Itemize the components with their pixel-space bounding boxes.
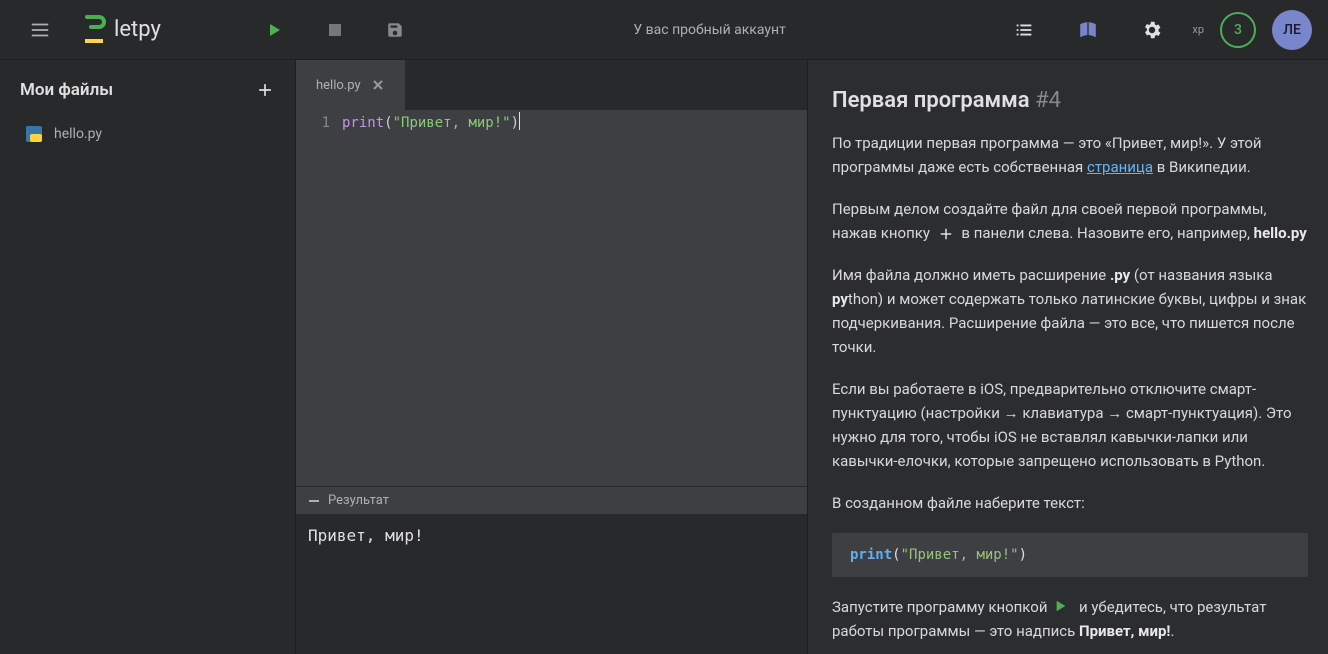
result-label: Результат [328, 493, 389, 508]
lesson-number: #4 [1035, 88, 1061, 113]
logo-text: letpy [114, 17, 161, 42]
main: Мои файлы hello.py hello.py 1 [0, 60, 1328, 654]
save-button[interactable] [379, 14, 411, 46]
stop-button[interactable] [319, 14, 351, 46]
list-icon[interactable] [1008, 14, 1040, 46]
lesson-title-text: Первая программа [832, 88, 1030, 113]
tab[interactable]: hello.py [296, 60, 405, 110]
code-token-string: "Привет, мир!" [393, 112, 511, 134]
lesson-p5: В созданном файле наберите текст: [832, 491, 1308, 515]
code-content[interactable]: print("Привет, мир!") [338, 110, 807, 486]
xp-label: xp [1192, 23, 1204, 36]
result-output: Привет, мир! [308, 526, 795, 545]
sidebar-header: Мои файлы [0, 80, 295, 116]
avatar[interactable]: ЛЕ [1272, 10, 1312, 50]
tab-label: hello.py [316, 78, 361, 93]
xp-badge[interactable]: 3 [1220, 12, 1256, 48]
avatar-initials: ЛЕ [1283, 22, 1301, 38]
lesson-p4: Если вы работаете в iOS, предварительно … [832, 377, 1308, 473]
settings-icon[interactable] [1136, 14, 1168, 46]
trial-account-text: У вас пробный аккаунт [419, 22, 1001, 38]
tabs-bar: hello.py [296, 60, 807, 110]
cursor [519, 112, 520, 130]
toolbar-actions [251, 14, 419, 46]
python-file-icon [24, 124, 44, 144]
code-editor[interactable]: 1 print("Привет, мир!") [296, 110, 807, 486]
xp-value: 3 [1234, 22, 1242, 38]
topbar: letpy У вас пробный аккаунт xp 3 ЛЕ [0, 0, 1328, 60]
result-panel: Привет, мир! [296, 514, 807, 654]
lesson-p1: По традиции первая программа — это «Прив… [832, 131, 1308, 179]
logo[interactable]: letpy [84, 15, 161, 45]
gutter: 1 [296, 110, 338, 486]
code-block: print("Привет, мир!") [832, 533, 1308, 577]
close-icon[interactable] [371, 78, 385, 92]
play-icon [1054, 599, 1072, 617]
plus-icon [937, 225, 955, 243]
file-name: hello.py [54, 126, 102, 142]
code-token-paren: ) [511, 112, 519, 134]
book-icon[interactable] [1072, 14, 1104, 46]
header-right: xp 3 ЛЕ [1000, 10, 1312, 50]
lesson-title: Первая программа #4 [832, 88, 1308, 113]
lesson-p3: Имя файла должно иметь расширение .py (о… [832, 263, 1308, 359]
menu-icon[interactable] [24, 14, 56, 46]
lesson-p2: Первым делом создайте файл для своей пер… [832, 197, 1308, 245]
lesson-p6: Запустите программу кнопкой и убедитесь,… [832, 595, 1308, 643]
code-token-paren: ( [384, 112, 392, 134]
result-header[interactable]: Результат [296, 486, 807, 514]
file-item[interactable]: hello.py [0, 116, 295, 152]
sidebar: Мои файлы hello.py [0, 60, 296, 654]
code-line: print("Привет, мир!") [342, 112, 807, 134]
add-file-button[interactable] [255, 80, 275, 100]
line-number: 1 [296, 112, 330, 134]
sidebar-title: Мои файлы [20, 80, 113, 100]
code-token-fn: print [342, 112, 384, 134]
collapse-icon[interactable] [308, 495, 320, 507]
instructions-panel[interactable]: Первая программа #4 По традиции первая п… [807, 60, 1328, 654]
editor-area: hello.py 1 print("Привет, мир!") Результ… [296, 60, 807, 654]
run-button[interactable] [259, 14, 291, 46]
logo-mark-icon [84, 15, 106, 45]
wiki-link[interactable]: страница [1087, 158, 1153, 176]
